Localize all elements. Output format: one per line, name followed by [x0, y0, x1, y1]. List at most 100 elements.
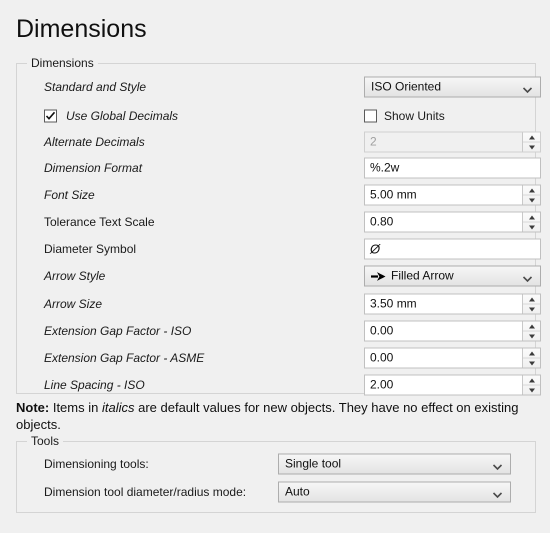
label-use-global-decimals: Use Global Decimals — [66, 109, 179, 123]
alternate-decimals-value: 2 — [370, 134, 377, 149]
arrow-size-value: 3.50 mm — [370, 296, 417, 311]
row-tolerance-text-scale: Tolerance Text Scale 0.80 — [17, 210, 541, 234]
row-arrow-style: Arrow Style Filled Arrow — [17, 264, 541, 288]
spin-down-button[interactable] — [523, 223, 540, 232]
label-standard-and-style: Standard and Style — [44, 80, 147, 94]
row-alternate-decimals: Alternate Decimals 2 — [17, 130, 541, 154]
line-spacing-iso-value: 2.00 — [370, 377, 394, 392]
use-global-decimals-checkbox[interactable] — [44, 109, 57, 123]
arrow-style-combo[interactable]: Filled Arrow — [364, 265, 541, 287]
triangle-up-icon — [528, 188, 535, 192]
extension-gap-factor-asme-spin-buttons[interactable] — [522, 348, 540, 368]
diameter-symbol-input[interactable]: Ø — [364, 238, 541, 260]
triangle-down-icon — [528, 388, 535, 392]
chevron-down-icon — [523, 85, 532, 94]
arrow-style-value: Filled Arrow — [391, 268, 454, 283]
alternate-decimals-spinner: 2 — [364, 131, 541, 153]
dimension-tool-mode-combo[interactable]: Auto — [278, 481, 511, 503]
tools-group-box: Tools Dimensioning tools: Single tool Di… — [16, 434, 536, 513]
label-line-spacing-iso: Line Spacing - ISO — [44, 378, 145, 392]
row-dimension-format: Dimension Format %.2w — [17, 156, 541, 180]
triangle-down-icon — [528, 307, 535, 311]
triangle-up-icon — [528, 351, 535, 355]
extension-gap-factor-iso-value: 0.00 — [370, 323, 394, 338]
spin-up-button[interactable] — [523, 186, 540, 196]
label-diameter-symbol: Diameter Symbol — [44, 242, 137, 256]
row-font-size: Font Size 5.00 mm — [17, 183, 541, 207]
triangle-up-icon — [528, 215, 535, 219]
row-arrow-size: Arrow Size 3.50 mm — [17, 292, 541, 316]
triangle-down-icon — [528, 225, 535, 229]
font-size-spin-buttons[interactable] — [522, 185, 540, 205]
triangle-down-icon — [528, 198, 535, 202]
arrow-style-value-wrap: Filled Arrow — [371, 267, 540, 286]
label-dimension-format: Dimension Format — [44, 161, 143, 175]
row-extension-gap-factor-iso: Extension Gap Factor - ISO 0.00 — [17, 319, 541, 343]
label-alternate-decimals: Alternate Decimals — [44, 135, 145, 149]
tolerance-text-scale-spin-buttons[interactable] — [522, 212, 540, 232]
spin-up-button[interactable] — [523, 322, 540, 332]
chevron-down-icon — [523, 274, 532, 283]
spin-down-button[interactable] — [523, 305, 540, 314]
label-dimensioning-tools: Dimensioning tools: — [44, 457, 149, 471]
dimension-format-value: %.2w — [370, 160, 400, 175]
dimensions-group-box: Dimensions Standard and Style ISO Orient… — [16, 56, 541, 397]
label-extension-gap-factor-asme: Extension Gap Factor - ASME — [44, 351, 205, 365]
spin-down-button[interactable] — [523, 196, 540, 205]
triangle-up-icon — [528, 297, 535, 301]
extension-gap-factor-iso-spinner[interactable]: 0.00 — [364, 320, 541, 342]
spin-down-button[interactable] — [523, 359, 540, 368]
spin-down-button[interactable] — [523, 386, 540, 395]
label-extension-gap-factor-iso: Extension Gap Factor - ISO — [44, 324, 192, 338]
diameter-symbol-value: Ø — [370, 241, 381, 257]
font-size-spinner[interactable]: 5.00 mm — [364, 184, 541, 206]
row-dimension-tool-mode: Dimension tool diameter/radius mode: Aut… — [17, 480, 535, 504]
spin-up-button[interactable] — [523, 213, 540, 223]
dimensions-group-legend: Dimensions — [27, 56, 98, 70]
note-prefix: Note: — [16, 400, 50, 415]
dimension-format-input[interactable]: %.2w — [364, 157, 541, 179]
arrow-size-spin-buttons[interactable] — [522, 294, 540, 314]
row-line-spacing-iso: Line Spacing - ISO 2.00 — [17, 373, 541, 397]
label-font-size: Font Size — [44, 188, 95, 202]
tolerance-text-scale-value: 0.80 — [370, 214, 394, 229]
label-tolerance-text-scale: Tolerance Text Scale — [44, 215, 155, 229]
tolerance-text-scale-spinner[interactable]: 0.80 — [364, 211, 541, 233]
extension-gap-factor-iso-spin-buttons[interactable] — [522, 321, 540, 341]
extension-gap-factor-asme-spinner[interactable]: 0.00 — [364, 347, 541, 369]
dimension-tool-mode-value: Auto — [285, 484, 310, 499]
line-spacing-iso-spin-buttons[interactable] — [522, 375, 540, 395]
tools-group-legend: Tools — [27, 434, 64, 448]
line-spacing-iso-spinner[interactable]: 2.00 — [364, 374, 541, 396]
chevron-down-icon — [493, 462, 502, 471]
spin-up-button[interactable] — [523, 295, 540, 305]
triangle-up-icon — [528, 135, 535, 139]
filled-arrow-icon — [371, 272, 386, 282]
standard-and-style-combo[interactable]: ISO Oriented — [364, 76, 541, 98]
triangle-down-icon — [528, 361, 535, 365]
dimensioning-tools-value: Single tool — [285, 456, 342, 471]
row-extension-gap-factor-asme: Extension Gap Factor - ASME 0.00 — [17, 346, 541, 370]
row-diameter-symbol: Diameter Symbol Ø — [17, 237, 541, 261]
note-emphasis: italics — [101, 400, 135, 415]
note-part-1: Items in — [49, 400, 102, 415]
row-use-global-decimals: Use Global Decimals Show Units — [17, 104, 535, 128]
label-arrow-style: Arrow Style — [44, 269, 106, 283]
page-title: Dimensions — [16, 15, 147, 43]
label-dimension-tool-mode: Dimension tool diameter/radius mode: — [44, 485, 247, 499]
arrow-size-spinner[interactable]: 3.50 mm — [364, 293, 541, 315]
row-standard-and-style: Standard and Style ISO Oriented — [17, 75, 541, 99]
spin-up-button — [523, 133, 540, 143]
spin-up-button[interactable] — [523, 376, 540, 386]
checkmark-icon — [45, 111, 56, 120]
extension-gap-factor-asme-value: 0.00 — [370, 350, 394, 365]
triangle-down-icon — [528, 145, 535, 149]
show-units-checkbox[interactable] — [364, 109, 377, 123]
label-arrow-size: Arrow Size — [44, 297, 103, 311]
spin-down-button[interactable] — [523, 332, 540, 341]
alternate-decimals-spin-buttons — [522, 132, 540, 152]
triangle-up-icon — [528, 378, 535, 382]
dimensioning-tools-combo[interactable]: Single tool — [278, 453, 511, 475]
font-size-value: 5.00 mm — [370, 187, 417, 202]
spin-up-button[interactable] — [523, 349, 540, 359]
